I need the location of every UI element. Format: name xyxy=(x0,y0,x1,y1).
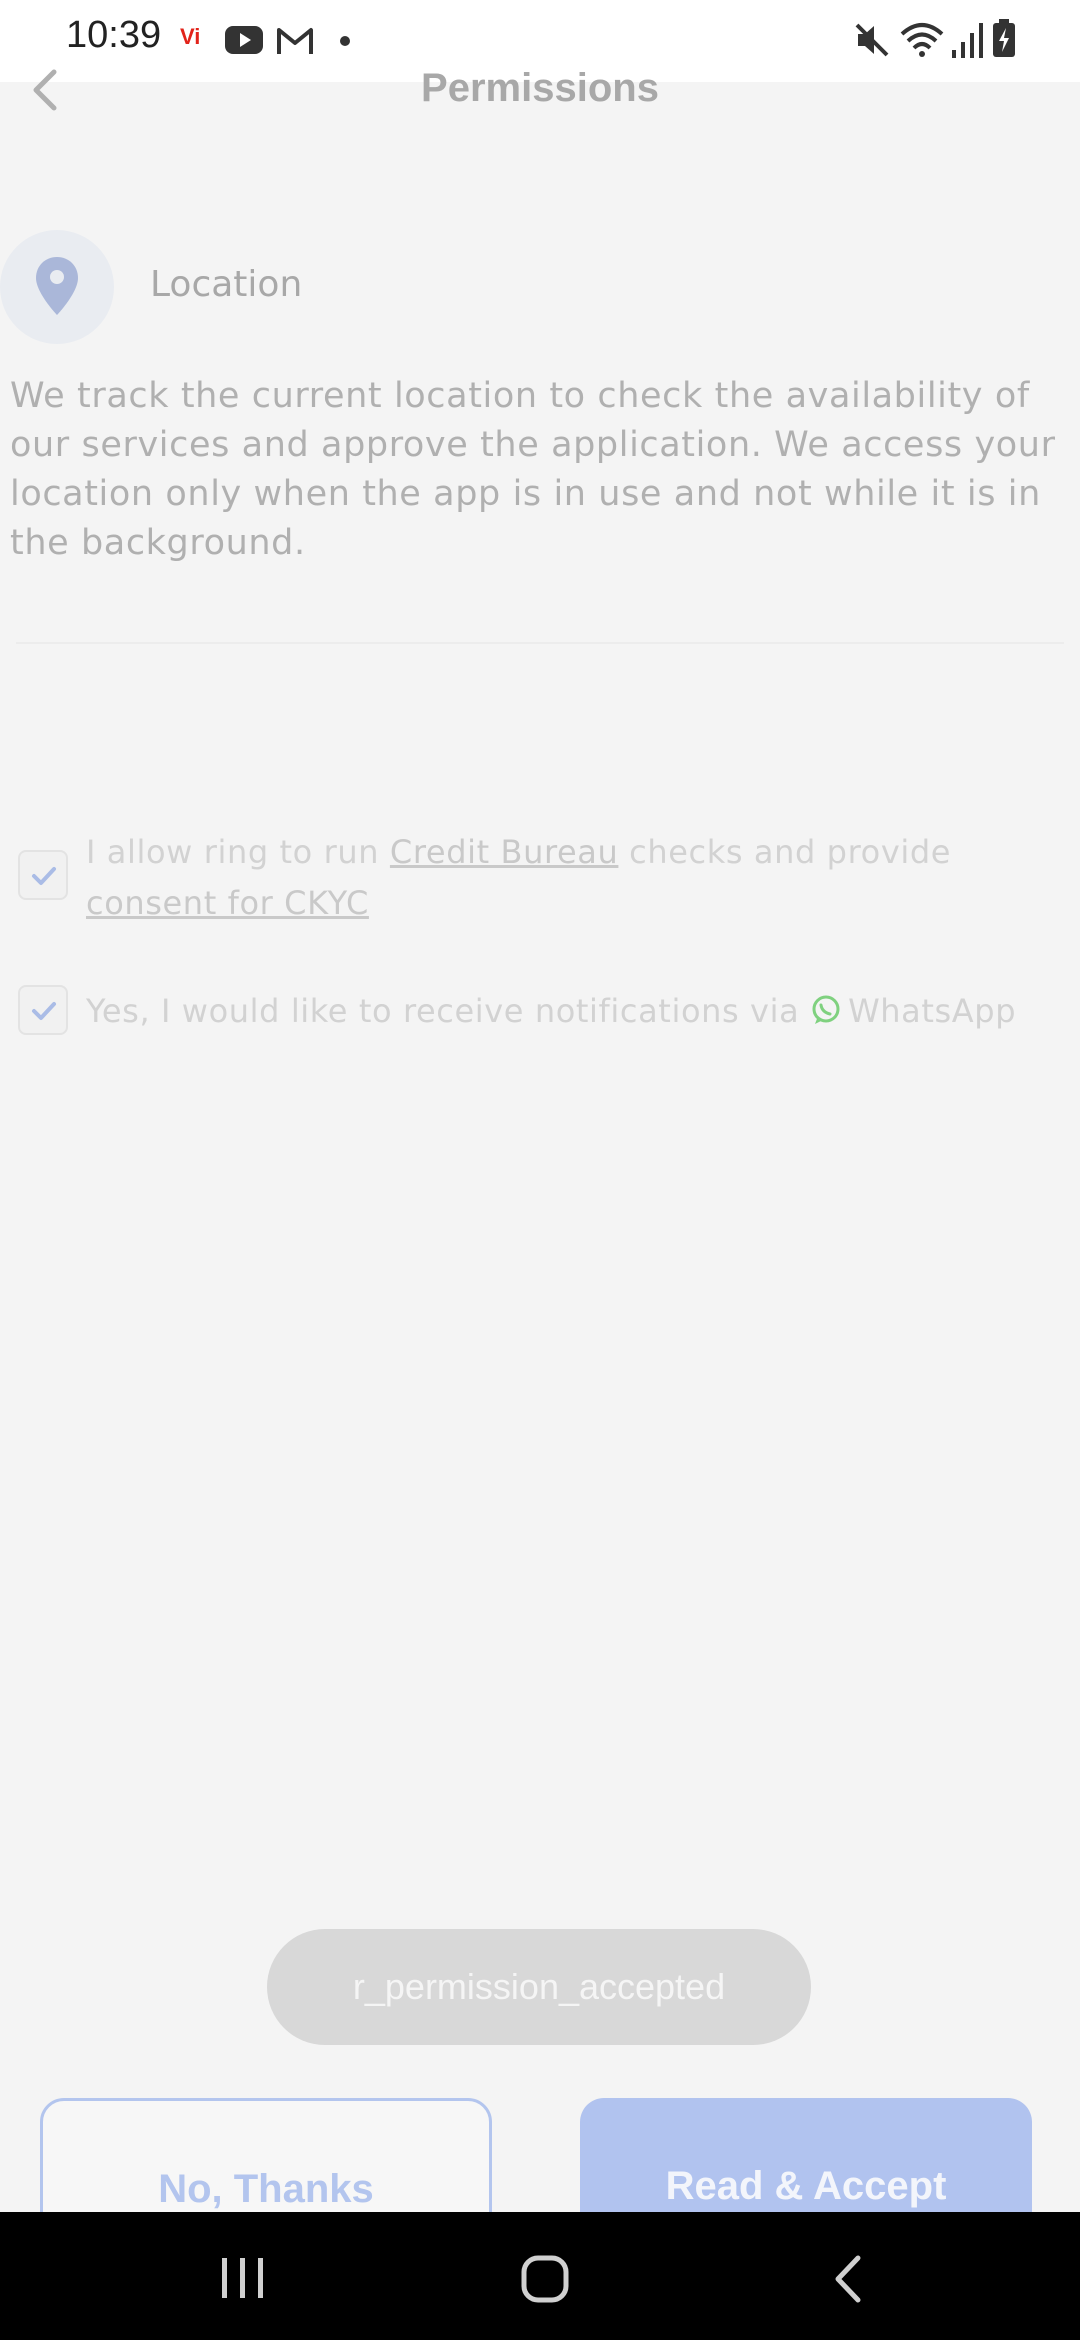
notification-dot-icon xyxy=(340,36,350,46)
page-title: Permissions xyxy=(421,66,659,110)
check-icon xyxy=(32,867,56,885)
consent-middle: checks and provide xyxy=(618,833,952,871)
ckyc-consent-link[interactable]: consent for CKYC xyxy=(86,884,369,922)
status-time: 10:39 xyxy=(66,14,162,56)
mute-icon xyxy=(855,23,889,57)
signal-icon xyxy=(952,23,983,58)
location-icon-badge xyxy=(0,230,114,344)
wifi-icon xyxy=(900,23,944,57)
credit-bureau-consent-checkbox[interactable] xyxy=(18,850,68,900)
credit-bureau-consent-text: I allow ring to run Credit Bureau checks… xyxy=(86,827,1066,929)
whatsapp-icon xyxy=(812,995,840,1024)
gmail-icon xyxy=(277,28,313,54)
whatsapp-label: WhatsApp xyxy=(848,992,1017,1030)
carrier-badge-icon: Vi xyxy=(180,24,201,49)
whatsapp-consent-label: Yes, I would like to receive notificatio… xyxy=(86,992,811,1030)
youtube-icon xyxy=(225,26,263,54)
home-icon[interactable] xyxy=(520,2254,570,2304)
location-label: Location xyxy=(150,264,303,305)
battery-icon xyxy=(993,19,1015,57)
system-nav-bar xyxy=(0,2212,1080,2340)
toast-message: r_permission_accepted xyxy=(267,1929,811,2045)
recent-apps-icon[interactable] xyxy=(218,2256,268,2300)
location-pin-icon xyxy=(36,257,78,315)
section-divider xyxy=(16,642,1064,644)
back-icon[interactable] xyxy=(830,2254,866,2304)
check-icon xyxy=(32,1002,56,1020)
whatsapp-consent-checkbox[interactable] xyxy=(18,985,68,1035)
whatsapp-consent-text: Yes, I would like to receive notificatio… xyxy=(86,986,1066,1037)
credit-bureau-link[interactable]: Credit Bureau xyxy=(390,833,618,871)
location-description: We track the current location to check t… xyxy=(10,376,1056,563)
consent-prefix: I allow ring to run xyxy=(86,833,390,871)
